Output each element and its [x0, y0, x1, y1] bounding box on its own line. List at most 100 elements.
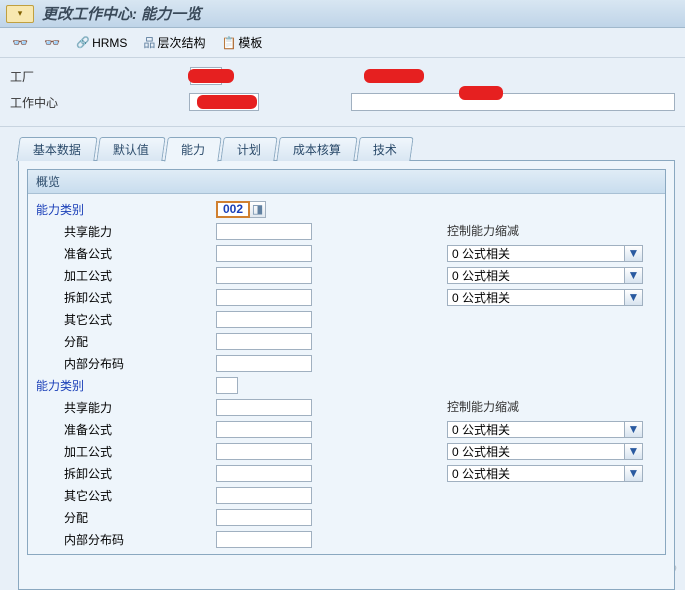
dropdown-button[interactable]: ▼ — [625, 465, 643, 482]
tab-basic[interactable]: 基本数据 — [16, 137, 97, 161]
process-input[interactable] — [216, 267, 312, 284]
template-button[interactable]: 📋模板 — [217, 32, 266, 53]
redacted-mark — [188, 69, 234, 83]
distribution-input[interactable] — [216, 333, 312, 350]
overview-group: 概览 能力类别 ◨ 共享能力 控制能力缩减 准备公式 0 公式相关▼ — [27, 169, 666, 555]
dropdown-value: 0 公式相关 — [447, 289, 625, 306]
int-dist-label: 内部分布码 — [36, 355, 216, 372]
distribution-label-2: 分配 — [36, 509, 216, 526]
template-label: 模板 — [238, 34, 262, 51]
header-fields: 工厂 工作中心 — [0, 58, 685, 127]
other-label: 其它公式 — [36, 311, 216, 328]
tab-costing[interactable]: 成本核算 — [276, 137, 357, 161]
hierarchy-button[interactable]: 品层次结构 — [139, 32, 209, 53]
hrms-button[interactable]: 🔗HRMS — [72, 34, 131, 52]
process-reduce-dropdown[interactable]: 0 公式相关▼ — [447, 267, 643, 284]
glasses-pencil-icon: 👓 — [44, 35, 60, 51]
dropdown-button[interactable]: ▼ — [625, 245, 643, 262]
workcenter-row: 工作中心 — [10, 92, 675, 112]
chevron-down-icon: ▼ — [628, 268, 640, 282]
process-input-2[interactable] — [216, 443, 312, 460]
redacted-mark — [197, 95, 257, 109]
workcenter-label: 工作中心 — [10, 94, 189, 111]
capacity-category-input-2[interactable] — [216, 377, 238, 394]
toolbar: 👓 👓 🔗HRMS 品层次结构 📋模板 — [0, 28, 685, 58]
setup-reduce-dropdown[interactable]: 0 公式相关▼ — [447, 245, 643, 262]
glasses-icon: 👓 — [12, 35, 28, 51]
other-label-2: 其它公式 — [36, 487, 216, 504]
process-label-2: 加工公式 — [36, 443, 216, 460]
title-bar: ▾ 更改工作中心: 能力一览 — [0, 0, 685, 28]
tab-panel: 概览 能力类别 ◨ 共享能力 控制能力缩减 准备公式 0 公式相关▼ — [18, 160, 675, 590]
dropdown-value: 0 公式相关 — [447, 465, 625, 482]
menu-button[interactable]: ▾ — [6, 5, 34, 23]
chevron-down-icon: ▼ — [628, 290, 640, 304]
redacted-mark — [364, 69, 424, 83]
setup-input-2[interactable] — [216, 421, 312, 438]
value-help-button[interactable]: ◨ — [250, 201, 266, 218]
pooled-input-2[interactable] — [216, 399, 312, 416]
distribution-input-2[interactable] — [216, 509, 312, 526]
redacted-mark — [459, 86, 503, 100]
capacity-category-input[interactable] — [216, 201, 250, 218]
capacity-category-label: 能力类别 — [36, 201, 216, 218]
dropdown-button[interactable]: ▼ — [625, 421, 643, 438]
change-button[interactable]: 👓 — [40, 33, 64, 53]
other-input-2[interactable] — [216, 487, 312, 504]
link-icon: 🔗 — [76, 36, 90, 49]
overview-body: 能力类别 ◨ 共享能力 控制能力缩减 准备公式 0 公式相关▼ 加工公式 — [28, 194, 665, 554]
teardown-label: 拆卸公式 — [36, 289, 216, 306]
chevron-down-icon: ▼ — [628, 466, 640, 480]
distribution-label: 分配 — [36, 333, 216, 350]
document-icon: 📋 — [221, 36, 236, 50]
int-dist-input[interactable] — [216, 355, 312, 372]
dropdown-button[interactable]: ▼ — [625, 289, 643, 306]
plant-row: 工厂 — [10, 66, 675, 86]
plant-label: 工厂 — [10, 68, 190, 85]
setup-label: 准备公式 — [36, 245, 216, 262]
tab-tech[interactable]: 技术 — [356, 137, 413, 161]
dropdown-button[interactable]: ▼ — [625, 443, 643, 460]
dropdown-value: 0 公式相关 — [447, 267, 625, 284]
search-help-icon: ◨ — [252, 202, 263, 216]
setup-reduce-dropdown-2[interactable]: 0 公式相关▼ — [447, 421, 643, 438]
control-reduce-label-2: 控制能力缩减 — [447, 396, 657, 416]
dropdown-value: 0 公式相关 — [447, 245, 625, 262]
tab-schedule[interactable]: 计划 — [220, 137, 277, 161]
chevron-down-icon: ▼ — [628, 422, 640, 436]
control-reduce-label: 控制能力缩减 — [447, 220, 657, 240]
tab-area: 基本数据 默认值 能力 计划 成本核算 技术 概览 能力类别 ◨ 共享能力 控制… — [0, 127, 685, 590]
chevron-down-icon: ▼ — [628, 246, 640, 260]
tab-capacity[interactable]: 能力 — [164, 137, 222, 162]
chevron-down-icon: ▼ — [628, 444, 640, 458]
pooled-input[interactable] — [216, 223, 312, 240]
chevron-down-icon: ▾ — [18, 8, 23, 19]
page-title: 更改工作中心: 能力一览 — [42, 3, 201, 24]
hierarchy-icon: 品 — [143, 34, 155, 51]
dropdown-value: 0 公式相关 — [447, 421, 625, 438]
overview-title: 概览 — [28, 170, 665, 194]
teardown-label-2: 拆卸公式 — [36, 465, 216, 482]
dropdown-value: 0 公式相关 — [447, 443, 625, 460]
setup-label-2: 准备公式 — [36, 421, 216, 438]
int-dist-label-2: 内部分布码 — [36, 531, 216, 548]
pooled-label: 共享能力 — [36, 223, 216, 240]
capacity-category-label-2: 能力类别 — [36, 377, 216, 394]
pooled-label-2: 共享能力 — [36, 399, 216, 416]
teardown-reduce-dropdown[interactable]: 0 公式相关▼ — [447, 289, 643, 306]
hierarchy-label: 层次结构 — [157, 34, 205, 51]
setup-input[interactable] — [216, 245, 312, 262]
process-label: 加工公式 — [36, 267, 216, 284]
int-dist-input-2[interactable] — [216, 531, 312, 548]
teardown-input[interactable] — [216, 289, 312, 306]
other-input[interactable] — [216, 311, 312, 328]
display-button[interactable]: 👓 — [8, 33, 32, 53]
tab-defaults[interactable]: 默认值 — [96, 137, 165, 161]
workcenter-desc-input[interactable] — [351, 93, 675, 111]
teardown-reduce-dropdown-2[interactable]: 0 公式相关▼ — [447, 465, 643, 482]
dropdown-button[interactable]: ▼ — [625, 267, 643, 284]
teardown-input-2[interactable] — [216, 465, 312, 482]
process-reduce-dropdown-2[interactable]: 0 公式相关▼ — [447, 443, 643, 460]
tabs: 基本数据 默认值 能力 计划 成本核算 技术 — [18, 137, 675, 161]
hrms-label: HRMS — [92, 36, 127, 50]
